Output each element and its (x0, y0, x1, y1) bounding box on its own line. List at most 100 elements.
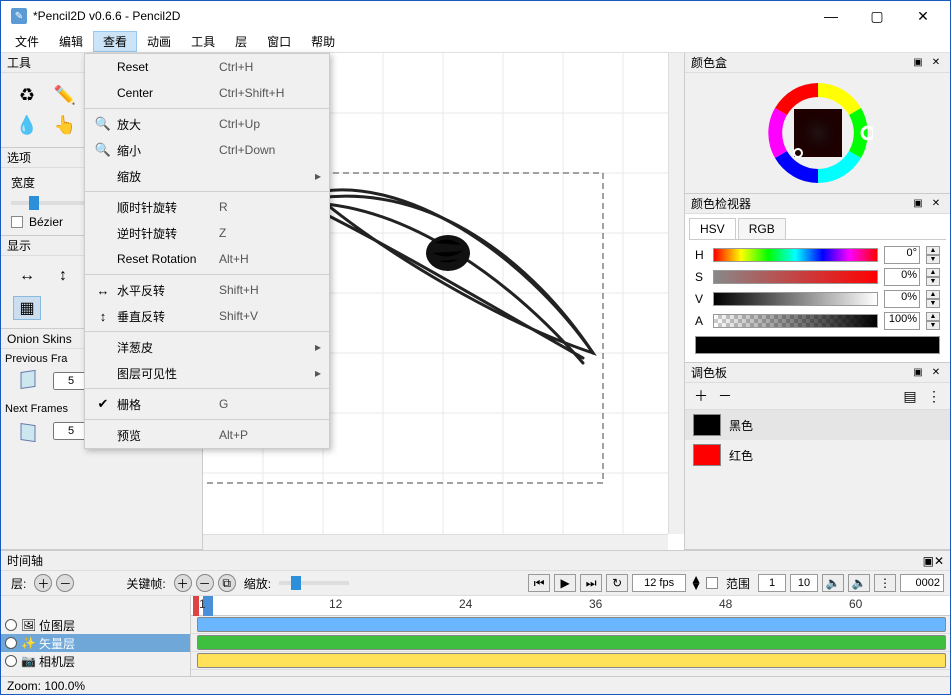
statusbar: Zoom: 100.0% (1, 676, 950, 694)
fps-input[interactable] (632, 574, 686, 592)
menu-item-逆时针旋转[interactable]: 逆时针旋转Z (85, 220, 329, 246)
panel-close-button[interactable]: ✕ (928, 56, 944, 70)
color-H-value[interactable]: 0° (884, 246, 920, 264)
grid-toggle-icon[interactable]: ▦ (13, 296, 41, 320)
smudge-tool-icon[interactable]: 👆 (47, 111, 83, 139)
layer-type-icon: 🖼 (21, 618, 35, 632)
zoom-status: Zoom: 100.0% (7, 679, 85, 693)
palette-menu-icon[interactable]: ⋮ (924, 386, 944, 406)
sound-scrub-button[interactable]: 🔈 (848, 574, 870, 592)
panel-close-button[interactable]: ✕ (928, 197, 944, 211)
panel-close-button[interactable]: ✕ (934, 554, 944, 568)
play-button[interactable]: ▶ (554, 574, 576, 592)
layer-visibility-icon[interactable] (5, 637, 17, 649)
layer-矢量层[interactable]: ✨矢量层 (1, 634, 190, 652)
menu-查看[interactable]: 查看 (93, 31, 137, 52)
timeline-panel: 时间轴▣✕ 层: ＋ － 关键帧: ＋ － ⧉ 缩放: ⏮ ▶ ⏭ ↻ ▲▼ 范… (1, 550, 950, 676)
timeline-zoom-slider[interactable] (279, 581, 349, 585)
timeline-menu-icon[interactable]: ⋮ (874, 574, 896, 592)
inspector-title: 颜色检视器 (691, 195, 908, 212)
color-S-label: S (695, 270, 707, 284)
menu-窗口[interactable]: 窗口 (257, 31, 301, 52)
window-title: *Pencil2D v0.6.6 - Pencil2D (33, 9, 808, 23)
color-V-value[interactable]: 0% (884, 290, 920, 308)
canvas-scrollbar-horizontal[interactable] (203, 534, 668, 550)
menu-item-水平反转[interactable]: ↔水平反转Shift+H (85, 277, 329, 303)
color-H-slider[interactable] (713, 248, 878, 262)
maximize-button[interactable]: ▢ (854, 1, 900, 31)
last-frame-button[interactable]: ⏭ (580, 574, 602, 592)
track-clip[interactable] (197, 653, 946, 668)
range-to-input[interactable] (790, 574, 818, 592)
flip-horizontal-icon[interactable]: ↔ (13, 264, 41, 288)
eyedropper-tool-icon[interactable]: 💧 (9, 111, 45, 139)
loop-button[interactable]: ↻ (606, 574, 628, 592)
menu-动画[interactable]: 动画 (137, 31, 181, 52)
track-clip[interactable] (197, 635, 946, 650)
next-frame-icon[interactable] (11, 417, 47, 445)
color-S-value[interactable]: 0% (884, 268, 920, 286)
menu-item-Reset Rotation[interactable]: Reset RotationAlt+H (85, 246, 329, 272)
layer-位图层[interactable]: 🖼位图层 (1, 616, 190, 634)
canvas-scrollbar-vertical[interactable] (668, 53, 684, 534)
bezier-checkbox[interactable] (11, 216, 23, 228)
layer-相机层[interactable]: 📷相机层 (1, 652, 190, 670)
clear-tool-icon[interactable]: ♻ (9, 81, 45, 109)
color-wheel[interactable] (763, 78, 873, 188)
layer-visibility-icon[interactable] (5, 619, 17, 631)
menu-item-洋葱皮[interactable]: 洋葱皮▸ (85, 334, 329, 360)
sound-button[interactable]: 🔈 (822, 574, 844, 592)
menu-item-放大[interactable]: 🔍放大Ctrl+Up (85, 111, 329, 137)
menu-层[interactable]: 层 (225, 31, 257, 52)
first-frame-button[interactable]: ⏮ (528, 574, 550, 592)
color-S-slider[interactable] (713, 270, 878, 284)
menubar: 文件编辑查看动画工具层窗口帮助 (1, 31, 950, 53)
menu-item-预览[interactable]: 预览Alt+P (85, 422, 329, 448)
panel-float-button[interactable]: ▣ (923, 554, 934, 568)
track-clip[interactable] (197, 617, 946, 632)
panel-float-button[interactable]: ▣ (910, 197, 926, 211)
current-color-swatch (695, 336, 940, 354)
palette-view-icon[interactable]: ▤ (900, 386, 920, 406)
tab-HSV[interactable]: HSV (689, 218, 736, 239)
color-A-value[interactable]: 100% (884, 312, 920, 330)
color-V-label: V (695, 292, 707, 306)
panel-float-button[interactable]: ▣ (910, 56, 926, 70)
zoom-label: 缩放: (240, 575, 275, 592)
color-V-slider[interactable] (713, 292, 878, 306)
menu-item-图层可见性[interactable]: 图层可见性▸ (85, 360, 329, 386)
menu-item-Center[interactable]: CenterCtrl+Shift+H (85, 80, 329, 106)
pencil-tool-icon[interactable]: ✏️ (47, 81, 83, 109)
remove-layer-button[interactable]: － (56, 574, 74, 592)
menu-item-Reset[interactable]: ResetCtrl+H (85, 54, 329, 80)
range-checkbox[interactable] (706, 577, 718, 589)
minimize-button[interactable]: — (808, 1, 854, 31)
add-layer-button[interactable]: ＋ (34, 574, 52, 592)
menu-item-顺时针旋转[interactable]: 顺时针旋转R (85, 194, 329, 220)
tab-RGB[interactable]: RGB (738, 218, 786, 239)
panel-close-button[interactable]: ✕ (928, 366, 944, 380)
menu-item-垂直反转[interactable]: ↕垂直反转Shift+V (85, 303, 329, 329)
color-A-slider[interactable] (713, 314, 878, 328)
palette-item-黑色[interactable]: 黑色 (685, 410, 950, 440)
add-keyframe-button[interactable]: ＋ (174, 574, 192, 592)
menu-编辑[interactable]: 编辑 (49, 31, 93, 52)
dup-keyframe-button[interactable]: ⧉ (218, 574, 236, 592)
menu-文件[interactable]: 文件 (5, 31, 49, 52)
layer-visibility-icon[interactable] (5, 655, 17, 667)
palette-item-红色[interactable]: 红色 (685, 440, 950, 470)
frame-counter[interactable] (900, 574, 944, 592)
prev-frame-icon[interactable] (11, 367, 47, 395)
panel-float-button[interactable]: ▣ (910, 366, 926, 380)
remove-keyframe-button[interactable]: － (196, 574, 214, 592)
palette-remove-button[interactable]: － (715, 386, 735, 406)
menu-item-缩放[interactable]: 缩放▸ (85, 163, 329, 189)
flip-vertical-icon[interactable]: ↕ (49, 264, 77, 288)
menu-item-栅格[interactable]: ✔栅格G (85, 391, 329, 417)
menu-帮助[interactable]: 帮助 (301, 31, 345, 52)
close-button[interactable]: ✕ (900, 1, 946, 31)
menu-item-缩小[interactable]: 🔍缩小Ctrl+Down (85, 137, 329, 163)
menu-工具[interactable]: 工具 (181, 31, 225, 52)
palette-add-button[interactable]: ＋ (691, 386, 711, 406)
range-from-input[interactable] (758, 574, 786, 592)
